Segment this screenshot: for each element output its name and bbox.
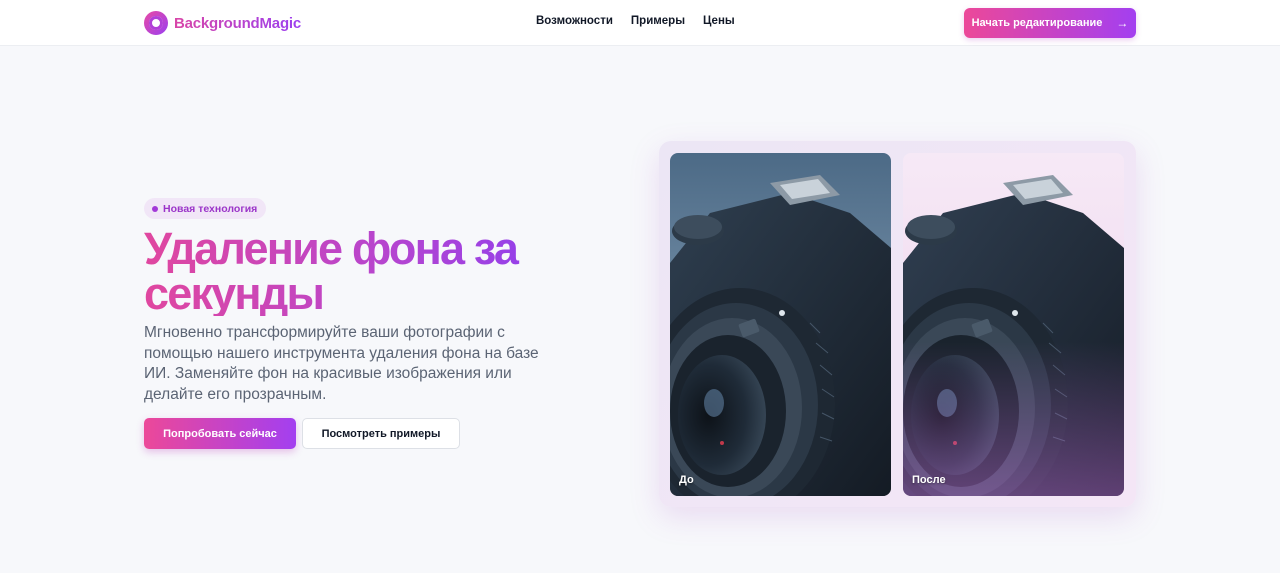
hero-title: Удаление фона за секунды	[144, 226, 564, 316]
nav-item-examples[interactable]: Примеры	[631, 15, 685, 27]
before-after-card: До После	[659, 141, 1136, 507]
brand-logo[interactable]: BackgroundMagic	[144, 11, 301, 35]
start-editing-button[interactable]: Начать редактирование →	[964, 8, 1136, 38]
new-technology-badge: Новая технология	[144, 198, 267, 219]
top-navbar: BackgroundMagic Возможности Примеры Цены…	[0, 0, 1280, 46]
nav-item-pricing[interactable]: Цены	[703, 15, 735, 27]
nav-item-features[interactable]: Возможности	[536, 15, 613, 27]
view-examples-button[interactable]: Посмотреть примеры	[302, 418, 460, 449]
after-panel: После	[903, 153, 1124, 496]
start-editing-label: Начать редактирование	[971, 17, 1103, 29]
before-panel: До	[670, 153, 891, 496]
after-camera-image	[903, 153, 1124, 496]
after-label: После	[912, 474, 946, 486]
badge-label: Новая технология	[163, 202, 258, 215]
arrow-right-icon: →	[1116, 16, 1129, 30]
hero-subtitle: Мгновенно трансформируйте ваши фотографи…	[144, 324, 539, 403]
try-now-button[interactable]: Попробовать сейчас	[144, 418, 296, 449]
brand-name: BackgroundMagic	[174, 14, 302, 32]
brand-logo-icon	[144, 11, 168, 35]
badge-dot-icon	[152, 205, 158, 212]
before-camera-image	[670, 153, 891, 496]
before-label: До	[679, 474, 694, 486]
main-nav: Возможности Примеры Цены	[536, 15, 735, 27]
